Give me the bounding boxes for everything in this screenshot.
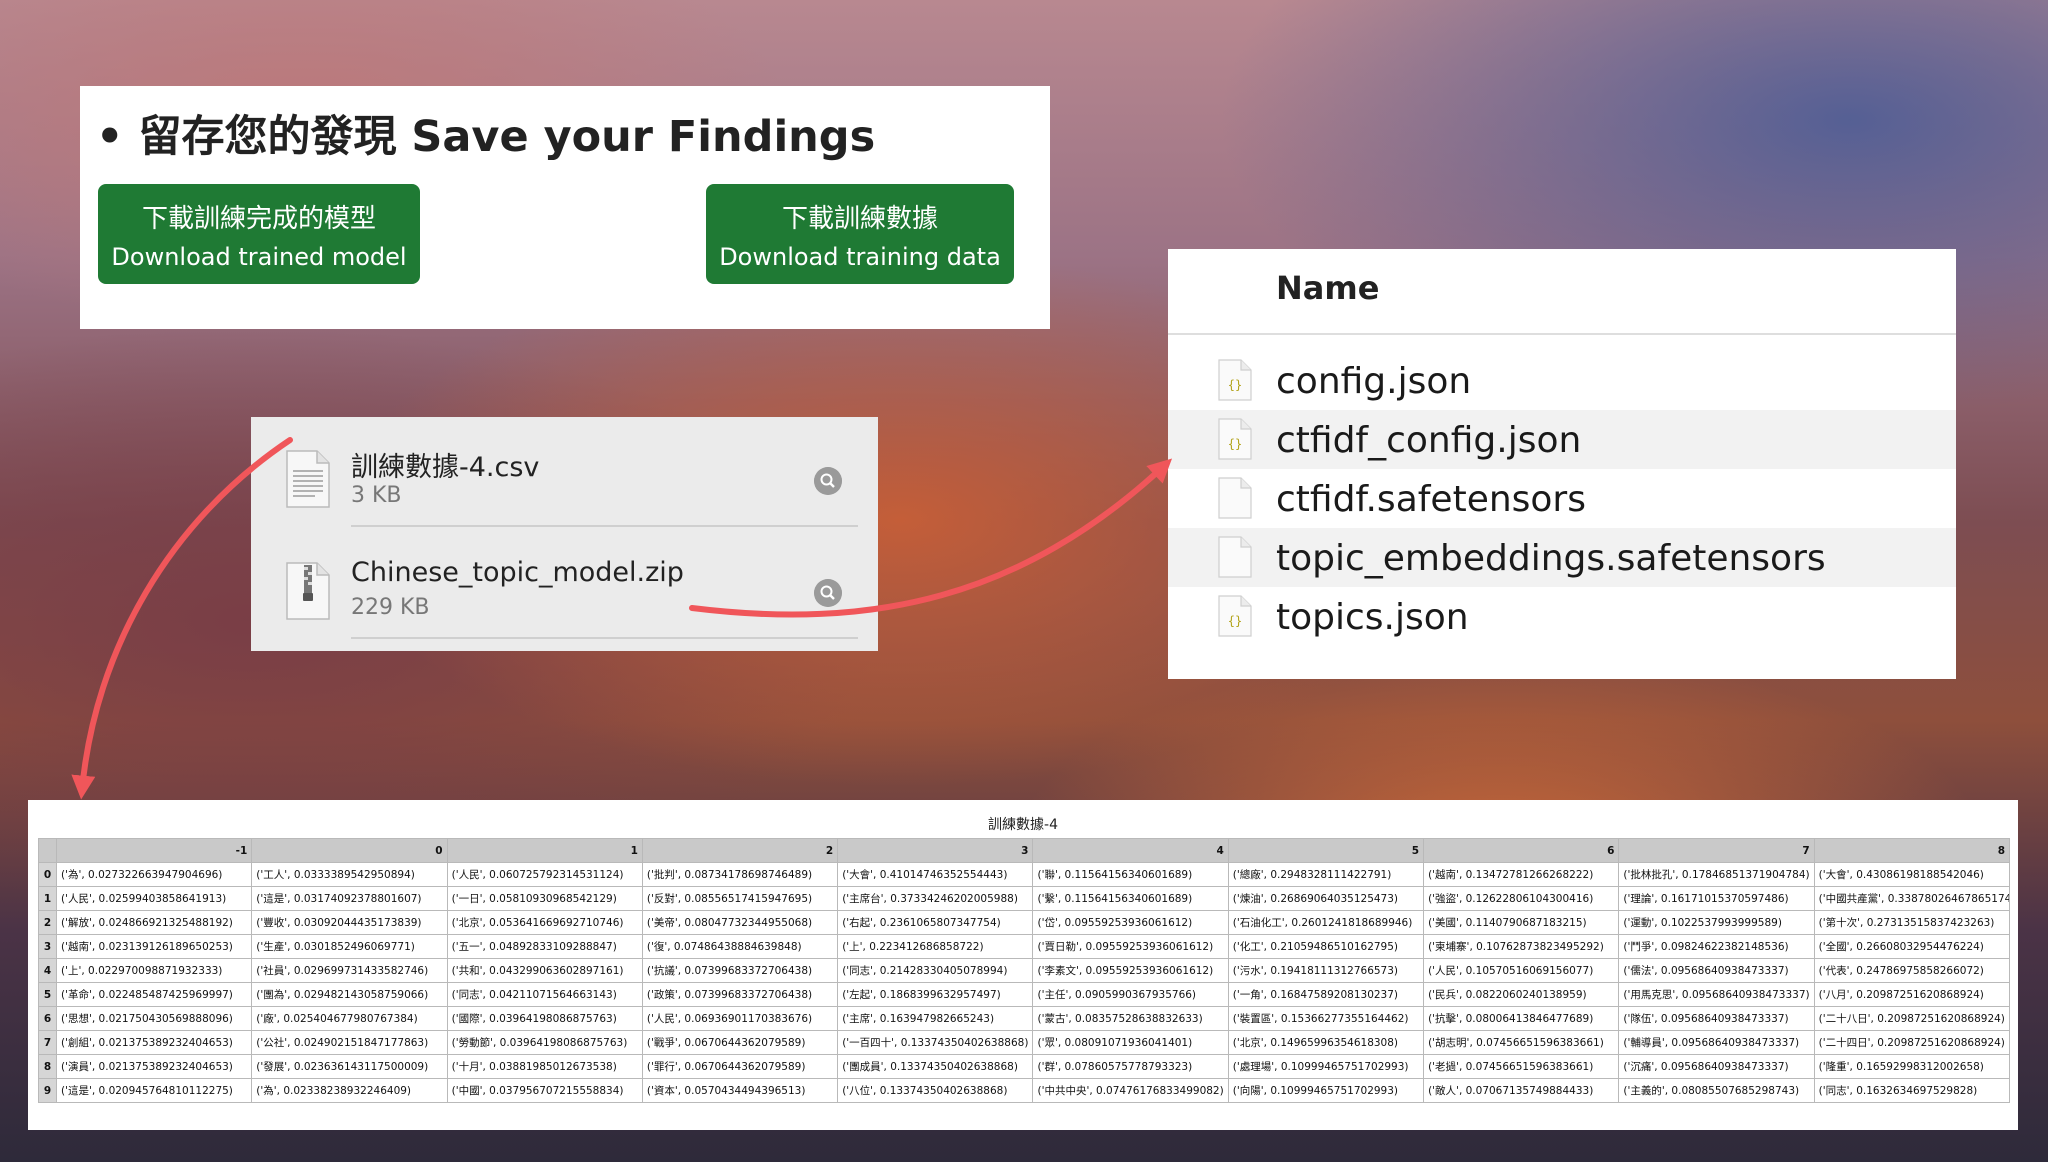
arrow-csv-to-table	[71, 437, 293, 800]
arrow-zip-to-files	[689, 458, 1173, 618]
annotation-arrows	[71, 437, 1173, 800]
